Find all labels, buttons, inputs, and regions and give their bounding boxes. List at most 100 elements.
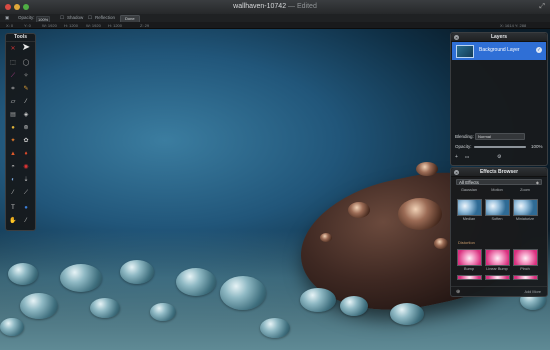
layer-visibility-icon[interactable]: ✓ xyxy=(536,47,542,53)
add-layer-button[interactable]: + xyxy=(455,154,458,160)
effect-pinch-thumb[interactable] xyxy=(513,249,538,266)
layer-more-button[interactable]: ••• xyxy=(465,154,469,159)
zoom-readout: Z: 29 xyxy=(140,22,150,28)
water-bubble xyxy=(340,296,368,316)
lasso-icon[interactable]: ⟋ xyxy=(8,71,18,81)
blending-value: Normal xyxy=(478,134,491,139)
x-readout: X: 0 xyxy=(6,22,14,28)
window-title: wallhaven-10742 — Edited xyxy=(0,3,550,10)
effect-bump-thumb[interactable] xyxy=(457,249,482,266)
effect-label: Pinch xyxy=(520,267,530,271)
move-tool-icon[interactable]: ➤ xyxy=(21,43,31,53)
sponge-icon[interactable]: ✿ xyxy=(21,136,31,146)
blur-icon[interactable]: ♦ xyxy=(21,149,31,159)
crop-icon[interactable]: ⌗ xyxy=(8,84,18,94)
paint-bucket-icon[interactable]: ◈ xyxy=(21,110,31,120)
blending-select[interactable]: Normal xyxy=(475,133,525,140)
stamp-icon[interactable]: ⊚ xyxy=(21,123,31,133)
water-bubble xyxy=(390,303,424,325)
effect-median-thumb[interactable] xyxy=(457,199,482,216)
water-drop xyxy=(398,198,442,230)
effect-label: Linear Bump xyxy=(486,267,508,271)
h2-readout: H: 1200 xyxy=(108,22,123,28)
move-arrow-icon[interactable]: ✕ xyxy=(8,44,18,54)
effect-linear-bump-thumb[interactable] xyxy=(485,249,510,266)
effects-footer: ⊕ Add More xyxy=(451,286,547,296)
reflection-checkbox-icon[interactable]: ☐ xyxy=(88,15,92,21)
water-bubble xyxy=(0,318,24,336)
opacity-label: Opacity: xyxy=(455,144,472,149)
effect-thumb-partial[interactable] xyxy=(457,275,482,280)
effects-category-value: All Effects xyxy=(459,180,479,185)
shadow-label: Shadow xyxy=(67,15,84,20)
opacity-slider-fill xyxy=(474,146,526,148)
water-bubble xyxy=(8,263,38,285)
opacity-label: Opacity: xyxy=(18,15,35,20)
effect-thumb-partial[interactable] xyxy=(513,275,538,280)
hand-icon[interactable]: ✋ xyxy=(8,216,18,226)
gradient-icon[interactable]: ▤ xyxy=(8,110,18,120)
color-swatch-icon[interactable]: ⟋ xyxy=(21,188,31,198)
layer-row[interactable]: Background Layer ✓ xyxy=(452,42,546,60)
eraser-icon[interactable]: ▱ xyxy=(8,97,18,107)
magic-wand-icon[interactable]: ✧ xyxy=(21,71,31,81)
effect-thumb-partial[interactable] xyxy=(485,275,510,280)
red-eye-icon[interactable]: ◉ xyxy=(21,162,31,172)
opacity-value: 100% xyxy=(531,144,543,149)
sharpen-icon[interactable]: ◓ xyxy=(8,162,18,172)
water-drop xyxy=(348,202,370,218)
w-readout: W: 1920 xyxy=(42,22,57,28)
water-bubble xyxy=(220,276,266,310)
water-bubble xyxy=(90,298,120,318)
eyedropper-icon[interactable]: ✎ xyxy=(21,84,31,94)
dodge-icon[interactable]: ⇣ xyxy=(21,175,31,185)
opacity-slider[interactable] xyxy=(474,146,526,148)
effect-label: Miniaturize xyxy=(515,217,535,221)
effect-label: Gaussian xyxy=(460,188,478,192)
zoom-icon[interactable]: ⁄ xyxy=(21,216,31,226)
h-readout: H: 1200 xyxy=(64,22,79,28)
selection-options-icon[interactable]: ▣ xyxy=(5,15,9,21)
edited-status: — Edited xyxy=(286,3,317,10)
effects-category-select[interactable]: All Effects ◆ xyxy=(456,179,542,185)
type-icon[interactable]: ◐ xyxy=(8,175,18,185)
shadow-checkbox-icon[interactable]: ☐ xyxy=(60,15,64,21)
water-bubble xyxy=(120,260,154,284)
water-drop xyxy=(416,162,438,176)
water-drop xyxy=(434,238,448,249)
burn-icon[interactable]: ✦ xyxy=(8,136,18,146)
effect-soften-thumb[interactable] xyxy=(485,199,510,216)
chevron-down-icon: ◆ xyxy=(535,180,539,185)
water-bubble xyxy=(20,293,58,319)
water-bubble xyxy=(260,318,290,338)
rect-select-icon[interactable]: ⬚ xyxy=(8,58,18,68)
pen-icon[interactable]: ⁄ xyxy=(8,188,18,198)
add-more-link[interactable]: Add More xyxy=(525,290,541,294)
color-picker-icon[interactable]: ● xyxy=(21,203,31,213)
cursor-coords-readout: X: 1614 Y: 288 xyxy=(500,22,527,28)
w2-readout: W: 1920 xyxy=(86,22,101,28)
effect-label: Bump xyxy=(464,267,474,271)
smudge-icon[interactable]: ▲ xyxy=(8,149,18,159)
gear-icon[interactable]: ⚙ xyxy=(497,154,501,160)
reflection-label: Reflection xyxy=(95,15,116,20)
effect-label: Median xyxy=(462,217,476,221)
water-bubble xyxy=(176,268,216,296)
effect-miniaturize-thumb[interactable] xyxy=(513,199,538,216)
close-icon[interactable]: × xyxy=(454,34,459,40)
close-icon[interactable]: × xyxy=(454,169,459,175)
shape-icon[interactable]: ● xyxy=(8,123,18,133)
ellipse-select-icon[interactable]: ◯ xyxy=(21,58,31,68)
effect-label: Motion xyxy=(491,188,503,192)
layers-panel: × Layers Background Layer ✓ Blending: No… xyxy=(450,32,548,166)
fullscreen-icon[interactable]: ⤢ xyxy=(539,3,545,11)
layers-panel-title: Layers xyxy=(490,34,508,40)
text-tool-icon[interactable]: T xyxy=(8,203,18,213)
effects-panel-title: Effects Browser xyxy=(479,169,519,175)
info-toolbar: X: 0 Y: 0 W: 1920 H: 1200 W: 1920 H: 120… xyxy=(0,22,550,29)
window-titlebar: wallhaven-10742 — Edited ⤢ xyxy=(0,0,550,15)
layers-panel-header: × Layers xyxy=(451,33,547,42)
brush-icon[interactable]: ⁄ xyxy=(21,97,31,107)
layer-name: Background Layer xyxy=(479,47,520,53)
effects-add-icon[interactable]: ⊕ xyxy=(456,289,460,295)
